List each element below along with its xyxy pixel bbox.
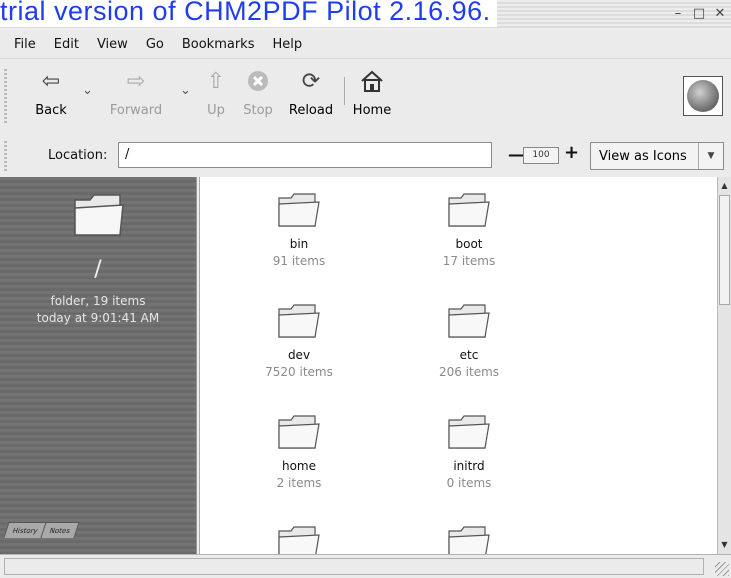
location-bar: Location: / — 100 + View as Icons ▼	[0, 135, 731, 178]
tab-notes[interactable]: Notes	[40, 522, 80, 538]
toolbar-grip[interactable]	[4, 69, 7, 124]
reload-label: Reload	[288, 103, 334, 118]
location-label: Location:	[48, 148, 108, 163]
back-button[interactable]: ⇦ Back	[26, 59, 76, 133]
right-arrow-icon: ⇨	[126, 68, 146, 94]
zoom-in-button[interactable]: +	[564, 142, 579, 163]
file-view: bin 91 items boot 17 items dev 7520 item…	[200, 177, 717, 554]
zoom-level[interactable]: 100	[523, 147, 559, 164]
file-name: home	[281, 459, 317, 473]
maximize-button[interactable]: □	[690, 5, 708, 23]
file-count: 7520 items	[265, 365, 333, 379]
view-as-select[interactable]: View as Icons ▼	[590, 142, 724, 170]
window-title: trial version of CHM2PDF Pilot 2.16.96.	[0, 0, 497, 27]
file-count: 0 items	[446, 476, 492, 490]
left-arrow-icon: ⇦	[41, 68, 61, 94]
file-count: 206 items	[438, 365, 500, 379]
menu-help[interactable]: Help	[263, 37, 311, 52]
menu-edit[interactable]: Edit	[45, 37, 88, 52]
sidebar-folder-count: folder, 19 items	[50, 294, 146, 308]
sidebar-folder-icon	[74, 194, 124, 236]
file-item[interactable]	[413, 524, 525, 554]
stop-button[interactable]: Stop	[238, 59, 278, 133]
file-name: etc	[459, 348, 479, 362]
dropdown-arrow-icon: ▼	[698, 143, 723, 169]
folder-icon	[278, 304, 320, 338]
title-bar: trial version of CHM2PDF Pilot 2.16.96. …	[0, 0, 731, 30]
reload-button[interactable]: ⟳ Reload	[283, 59, 339, 133]
reload-icon: ⟳	[301, 68, 321, 94]
minimize-button[interactable]: –	[669, 5, 687, 23]
toolbar-separator	[344, 77, 345, 105]
throbber	[683, 76, 723, 116]
forward-label: Forward	[109, 103, 163, 118]
folder-icon	[278, 526, 320, 554]
sidebar-folder-name: /	[94, 257, 102, 282]
scroll-down-icon[interactable]: ▼	[718, 538, 731, 552]
back-label: Back	[35, 103, 67, 118]
resize-grip-icon[interactable]	[715, 562, 729, 576]
close-button[interactable]: ✕	[711, 5, 729, 23]
window-controls: – □ ✕	[669, 5, 729, 23]
folder-icon	[448, 193, 490, 227]
up-label: Up	[207, 103, 225, 118]
file-name: dev	[287, 348, 311, 362]
home-icon	[361, 70, 383, 92]
location-grip[interactable]	[4, 141, 7, 171]
folder-icon	[448, 304, 490, 338]
file-count: 2 items	[276, 476, 322, 490]
back-history-chevron-icon[interactable]: ⌄	[82, 83, 93, 98]
menu-bar: File Edit View Go Bookmarks Help	[0, 30, 731, 58]
file-name: initrd	[453, 459, 485, 473]
stop-label: Stop	[243, 103, 273, 118]
forward-button[interactable]: ⇨ Forward	[103, 59, 169, 133]
up-arrow-icon: ⇧	[206, 68, 226, 94]
up-button[interactable]: ⇧ Up	[200, 59, 232, 133]
menu-bookmarks[interactable]: Bookmarks	[173, 37, 264, 52]
scroll-thumb[interactable]	[719, 195, 730, 305]
sidebar: / folder, 19 items today at 9:01:41 AM H…	[0, 177, 196, 554]
file-count: 91 items	[272, 254, 326, 268]
toolbar: ⇦ Back ⌄ ⇨ Forward ⌄ ⇧ Up Stop ⟳ Reload …	[0, 58, 731, 137]
file-item[interactable]	[243, 524, 355, 554]
forward-history-chevron-icon[interactable]: ⌄	[180, 83, 191, 98]
throbber-ball	[687, 80, 719, 112]
folder-icon	[278, 193, 320, 227]
sidebar-tabs: History Notes	[3, 522, 80, 538]
status-bar	[0, 554, 731, 578]
view-as-label: View as Icons	[599, 149, 687, 164]
file-name: boot	[455, 237, 483, 251]
menu-file[interactable]: File	[0, 37, 45, 52]
zoom-out-button[interactable]: —	[508, 145, 524, 164]
file-count: 17 items	[442, 254, 496, 268]
vertical-scrollbar[interactable]: ▲ ▼	[717, 177, 731, 554]
scroll-up-icon[interactable]: ▲	[718, 179, 731, 193]
menu-view[interactable]: View	[88, 37, 137, 52]
home-label: Home	[352, 103, 392, 118]
file-item[interactable]: initrd 0 items	[413, 413, 525, 490]
file-name: bin	[289, 237, 309, 251]
folder-icon	[448, 526, 490, 554]
file-item[interactable]: etc 206 items	[413, 302, 525, 379]
file-item[interactable]: boot 17 items	[413, 191, 525, 268]
folder-icon	[448, 415, 490, 449]
sidebar-folder-date: today at 9:01:41 AM	[36, 311, 160, 325]
folder-icon	[278, 415, 320, 449]
menu-go[interactable]: Go	[137, 37, 173, 52]
file-item[interactable]: home 2 items	[243, 413, 355, 490]
file-item[interactable]: dev 7520 items	[243, 302, 355, 379]
stop-icon	[248, 71, 268, 91]
location-input[interactable]: /	[118, 142, 492, 168]
file-item[interactable]: bin 91 items	[243, 191, 355, 268]
status-field	[4, 558, 704, 575]
home-button[interactable]: Home	[350, 59, 394, 133]
